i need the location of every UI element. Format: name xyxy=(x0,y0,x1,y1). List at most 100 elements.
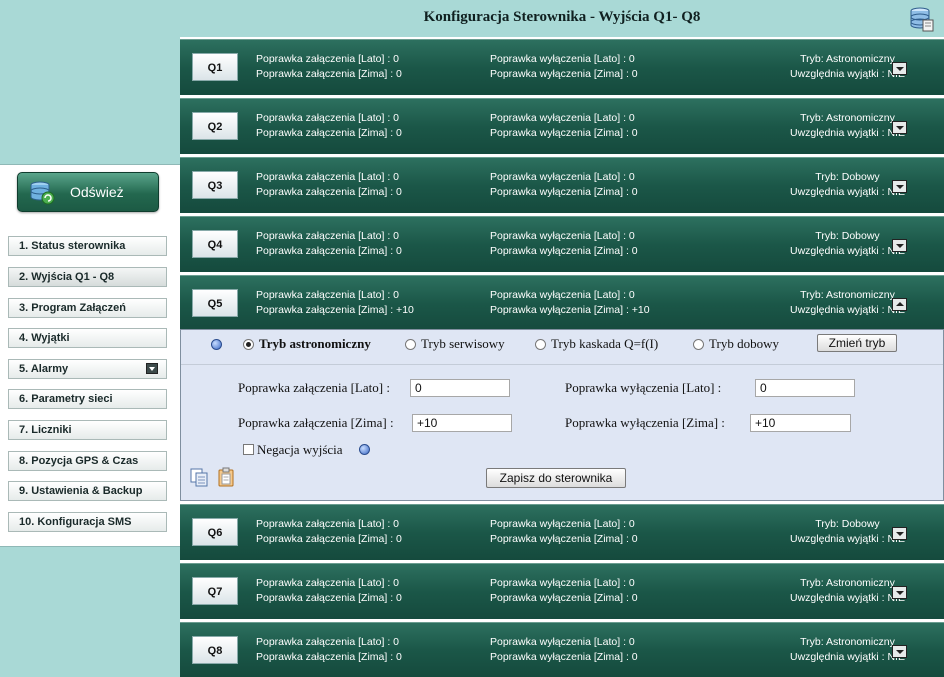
off-summer-input[interactable]: 0 xyxy=(755,379,855,397)
paste-icon[interactable] xyxy=(216,467,236,487)
radio-cascade[interactable] xyxy=(535,338,546,350)
expand-toggle-icon[interactable] xyxy=(892,121,907,134)
menu-item-outputs[interactable]: 2. Wyjścia Q1 - Q8 xyxy=(8,267,167,287)
off-summer-text: Poprawka wyłączenia [Lato] : 0 xyxy=(490,112,635,124)
change-mode-button[interactable]: Zmień tryb xyxy=(817,334,897,352)
menu-item-alarms[interactable]: 5. Alarmy xyxy=(8,359,167,379)
on-summer-text: Poprawka załączenia [Lato] : 0 xyxy=(256,577,400,589)
on-winter-text: Poprawka załączenia [Zima] : 0 xyxy=(256,592,402,604)
output-row-q3: Q3 Poprawka załączenia [Lato] : 0 Poprawk… xyxy=(180,157,944,213)
output-label: Q8 xyxy=(192,636,238,664)
mode-selector: Tryb astronomiczny Tryb serwisowy Tryb k… xyxy=(181,330,943,365)
on-summer-text: Poprawka załączenia [Lato] : 0 xyxy=(256,636,400,648)
exceptions-text: Uwzględnia wyjątki : NIE xyxy=(790,68,905,80)
mode-option-astronomical[interactable]: Tryb astronomiczny xyxy=(243,336,371,352)
mode-option-daily[interactable]: Tryb dobowy xyxy=(693,336,779,352)
menu-item-counters[interactable]: 7. Liczniki xyxy=(8,420,167,440)
exceptions-text: Uwzględnia wyjątki : NIE xyxy=(790,651,905,663)
off-summer-label: Poprawka wyłączenia [Lato] : xyxy=(565,380,722,395)
off-winter-text: Poprawka wyłączenia [Zima] : 0 xyxy=(490,651,638,663)
on-summer-text: Poprawka załączenia [Lato] : 0 xyxy=(256,53,400,65)
mode-option-label: Tryb astronomiczny xyxy=(259,336,371,351)
on-winter-text: Poprawka załączenia [Zima] : 0 xyxy=(256,186,402,198)
menu-item-gps[interactable]: 8. Pozycja GPS & Czas xyxy=(8,451,167,471)
on-winter-label: Poprawka załączenia [Zima] : xyxy=(238,415,394,430)
output-label: Q7 xyxy=(192,577,238,605)
help-icon[interactable] xyxy=(211,339,222,350)
expand-toggle-icon[interactable] xyxy=(892,239,907,252)
output-label: Q1 xyxy=(192,53,238,81)
on-summer-input[interactable]: 0 xyxy=(410,379,510,397)
copy-icon[interactable] xyxy=(189,467,209,487)
output-row-q8: Q8 Poprawka załączenia [Lato] : 0 Poprawk… xyxy=(180,622,944,677)
on-summer-text: Poprawka załączenia [Lato] : 0 xyxy=(256,112,400,124)
off-summer-text: Poprawka wyłączenia [Lato] : 0 xyxy=(490,518,635,530)
mode-option-label: Tryb kaskada Q=f(I) xyxy=(551,336,659,351)
negation-checkbox[interactable] xyxy=(243,444,254,455)
menu-item-settings[interactable]: 9. Ustawienia & Backup xyxy=(8,481,167,501)
menu-item-label: 2. Wyjścia Q1 - Q8 xyxy=(19,271,115,283)
collapse-toggle-icon[interactable] xyxy=(892,298,907,311)
output-row-q2: Q2 Poprawka załączenia [Lato] : 0 Poprawk… xyxy=(180,98,944,154)
menu-item-network[interactable]: 6. Parametry sieci xyxy=(8,389,167,409)
radio-astronomical[interactable] xyxy=(243,338,254,350)
chevron-down-icon[interactable] xyxy=(146,363,158,374)
exceptions-text: Uwzględnia wyjątki : NIE xyxy=(790,592,905,604)
page-title: Konfiguracja Sterownika - Wyjścia Q1- Q8 xyxy=(423,9,701,25)
menu-item-program[interactable]: 3. Program Załączeń xyxy=(8,298,167,318)
output-row-q5: Q5 Poprawka załączenia [Lato] : 0 Poprawk… xyxy=(180,275,944,331)
radio-daily[interactable] xyxy=(693,338,704,350)
expand-toggle-icon[interactable] xyxy=(892,645,907,658)
menu-item-sms[interactable]: 10. Konfiguracja SMS xyxy=(8,512,167,532)
exceptions-text: Uwzględnia wyjątki : NIE xyxy=(790,127,905,139)
save-to-controller-button[interactable]: Zapisz do sterownika xyxy=(486,468,626,488)
output-label: Q3 xyxy=(192,171,238,199)
mode-option-label: Tryb dobowy xyxy=(709,336,779,351)
on-summer-text: Poprawka załączenia [Lato] : 0 xyxy=(256,171,400,183)
on-winter-input[interactable]: +10 xyxy=(412,414,512,432)
off-summer-text: Poprawka wyłączenia [Lato] : 0 xyxy=(490,53,635,65)
mode-option-cascade[interactable]: Tryb kaskada Q=f(I) xyxy=(535,336,658,352)
refresh-database-icon xyxy=(30,181,55,205)
output-label: Q4 xyxy=(192,230,238,258)
on-summer-text: Poprawka załączenia [Lato] : 0 xyxy=(256,230,400,242)
on-winter-text: Poprawka załączenia [Zima] : 0 xyxy=(256,651,402,663)
output-row-q7: Q7 Poprawka załączenia [Lato] : 0 Poprawk… xyxy=(180,563,944,619)
off-winter-input[interactable]: +10 xyxy=(750,414,851,432)
off-winter-text: Poprawka wyłączenia [Zima] : 0 xyxy=(490,245,638,257)
help-icon[interactable] xyxy=(359,444,370,455)
menu-item-label: 9. Ustawienia & Backup xyxy=(19,485,143,497)
mode-text: Tryb: Astronomiczny xyxy=(800,53,895,65)
menu-item-label: 7. Liczniki xyxy=(19,424,72,436)
off-winter-label: Poprawka wyłączenia [Zima] : xyxy=(565,415,725,430)
menu-item-status[interactable]: 1. Status sterownika xyxy=(8,236,167,256)
off-summer-text: Poprawka wyłączenia [Lato] : 0 xyxy=(490,171,635,183)
off-winter-text: Poprawka wyłączenia [Zima] : 0 xyxy=(490,533,638,545)
refresh-label: Odśwież xyxy=(70,184,124,200)
expand-toggle-icon[interactable] xyxy=(892,62,907,75)
mode-text: Tryb: Astronomiczny xyxy=(800,289,895,301)
exceptions-text: Uwzględnia wyjątki : NIE xyxy=(790,186,905,198)
menu-item-label: 8. Pozycja GPS & Czas xyxy=(19,455,139,467)
database-icon[interactable] xyxy=(908,6,934,32)
output-label: Q2 xyxy=(192,112,238,140)
off-summer-text: Poprawka wyłączenia [Lato] : 0 xyxy=(490,577,635,589)
expand-toggle-icon[interactable] xyxy=(892,527,907,540)
menu-item-label: 3. Program Załączeń xyxy=(19,302,126,314)
off-winter-text: Poprawka wyłączenia [Zima] : 0 xyxy=(490,592,638,604)
output-row-q6: Q6 Poprawka załączenia [Lato] : 0 Poprawk… xyxy=(180,504,944,560)
off-summer-text: Poprawka wyłączenia [Lato] : 0 xyxy=(490,289,635,301)
output-label: Q6 xyxy=(192,518,238,546)
radio-service[interactable] xyxy=(405,338,416,350)
mode-option-label: Tryb serwisowy xyxy=(421,336,505,351)
mode-text: Tryb: Dobowy xyxy=(815,171,880,183)
expand-toggle-icon[interactable] xyxy=(892,586,907,599)
refresh-button[interactable]: Odśwież xyxy=(17,172,159,212)
mode-option-service[interactable]: Tryb serwisowy xyxy=(405,336,505,352)
on-summer-text: Poprawka załączenia [Lato] : 0 xyxy=(256,518,400,530)
expand-toggle-icon[interactable] xyxy=(892,180,907,193)
mode-text: Tryb: Astronomiczny xyxy=(800,577,895,589)
menu-item-exceptions[interactable]: 4. Wyjątki xyxy=(8,328,167,348)
off-winter-text: Poprawka wyłączenia [Zima] : 0 xyxy=(490,68,638,80)
exceptions-text: Uwzględnia wyjątki : NIE xyxy=(790,245,905,257)
